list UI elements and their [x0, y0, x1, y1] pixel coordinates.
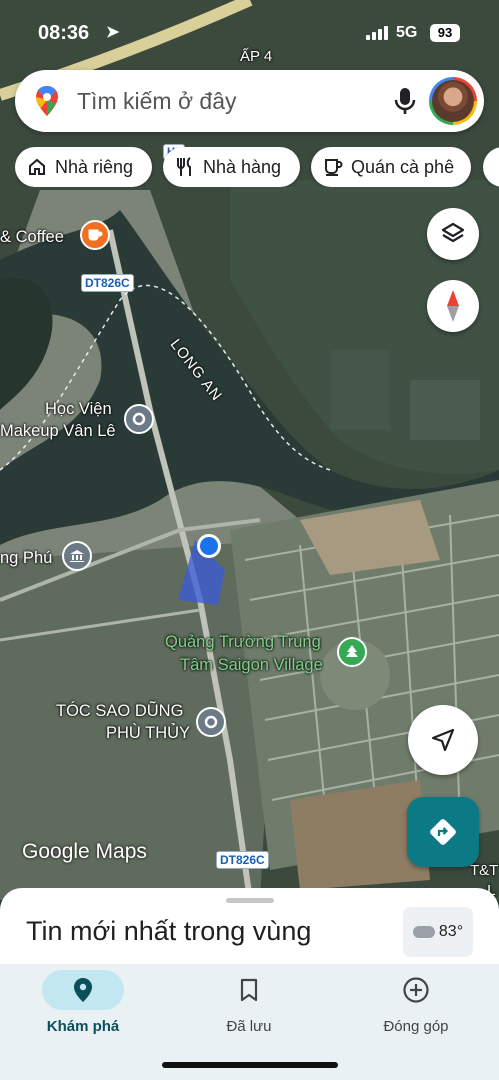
coffee-pin-icon[interactable] — [80, 220, 110, 250]
signal-icon — [366, 26, 390, 40]
compass-icon — [447, 290, 459, 322]
map-label-tt[interactable]: T&T — [470, 862, 498, 879]
park-pin-icon[interactable] — [337, 637, 367, 667]
place-pin-icon[interactable] — [196, 707, 226, 737]
chip-home[interactable]: Nhà riêng — [15, 147, 152, 187]
weather-chip[interactable]: 83° — [403, 907, 473, 957]
bottom-sheet[interactable]: Tin mới nhất trong vùng 83° — [0, 888, 499, 968]
place-pin-icon[interactable] — [124, 404, 154, 434]
tab-explore-pill[interactable] — [42, 970, 124, 1010]
layers-button[interactable] — [427, 208, 479, 260]
tab-explore[interactable]: Khám phá — [0, 964, 166, 1044]
home-icon — [29, 158, 45, 175]
explore-pin-icon — [74, 978, 92, 1002]
map-label-salon-1[interactable]: TÓC SAO DŨNG — [56, 702, 183, 721]
chip-label: Quán cà phê — [351, 156, 455, 177]
map-label-coffee[interactable]: & Coffee — [0, 228, 64, 247]
temperature: 83° — [438, 923, 464, 940]
map-label-phu[interactable]: ng Phú — [0, 549, 52, 568]
directions-button[interactable] — [407, 797, 479, 867]
avatar[interactable] — [429, 77, 477, 125]
tab-saved-pill[interactable] — [208, 970, 290, 1010]
map-label-salon-2[interactable]: PHÙ THỦY — [106, 724, 190, 743]
layers-icon — [441, 222, 465, 243]
home-indicator[interactable] — [162, 1062, 338, 1068]
coffee-icon — [325, 159, 343, 176]
location-services-icon: ➤ — [106, 24, 120, 41]
sheet-title: Tin mới nhất trong vùng — [26, 916, 312, 946]
restaurant-icon — [177, 157, 191, 176]
tab-contribute-pill[interactable] — [375, 970, 457, 1010]
tab-label: Đã lưu — [226, 1018, 272, 1035]
navigation-arrow-icon — [431, 728, 455, 752]
road-badge-top: DT826C — [81, 274, 134, 292]
network-type: 5G — [396, 24, 418, 41]
map-label-academy-1[interactable]: Học Viện — [45, 400, 112, 419]
chip-coffee[interactable]: Quán cà phê — [311, 147, 471, 187]
chip-restaurants[interactable]: Nhà hàng — [163, 147, 300, 187]
tab-label: Đóng góp — [383, 1018, 449, 1035]
search-bar[interactable]: Tìm kiếm ở đây — [15, 70, 484, 132]
status-time: 08:36 — [38, 22, 90, 44]
add-circle-icon — [403, 977, 429, 1003]
map-label-square-2[interactable]: Tâm Saigon Village — [180, 656, 323, 675]
sheet-handle[interactable] — [226, 898, 274, 903]
chip-more[interactable] — [483, 147, 499, 187]
compass-button[interactable] — [427, 280, 479, 332]
map-label-hamlet: ẤP 4 — [240, 48, 273, 65]
directions-icon — [430, 819, 456, 845]
google-maps-logo-icon — [36, 86, 58, 116]
road-badge-bottom: DT826C — [216, 851, 269, 869]
chip-label: Nhà riêng — [55, 156, 134, 177]
chip-label: Nhà hàng — [203, 156, 282, 177]
cloud-icon — [412, 926, 435, 938]
map-label-academy-2[interactable]: Makeup Vân Lê — [0, 422, 116, 441]
status-bar: 08:36 ➤ 5G 93 — [0, 18, 499, 48]
search-placeholder[interactable]: Tìm kiếm ở đây — [77, 88, 237, 115]
tab-label: Khám phá — [46, 1018, 120, 1035]
battery-indicator: 93 — [430, 24, 460, 42]
microphone-icon[interactable] — [391, 86, 419, 116]
map-label-square-1[interactable]: Quảng Trường Trung — [165, 633, 321, 652]
tab-contribute[interactable]: Đóng góp — [333, 964, 499, 1044]
my-location-button[interactable] — [408, 705, 478, 775]
category-chips: Nhà riêng Nhà hàng Quán cà phê — [15, 147, 499, 187]
landmark-pin-icon[interactable] — [62, 541, 92, 571]
google-maps-attribution: Google Maps — [22, 840, 147, 863]
tab-saved[interactable]: Đã lưu — [166, 964, 332, 1044]
bookmark-icon — [240, 978, 258, 1002]
